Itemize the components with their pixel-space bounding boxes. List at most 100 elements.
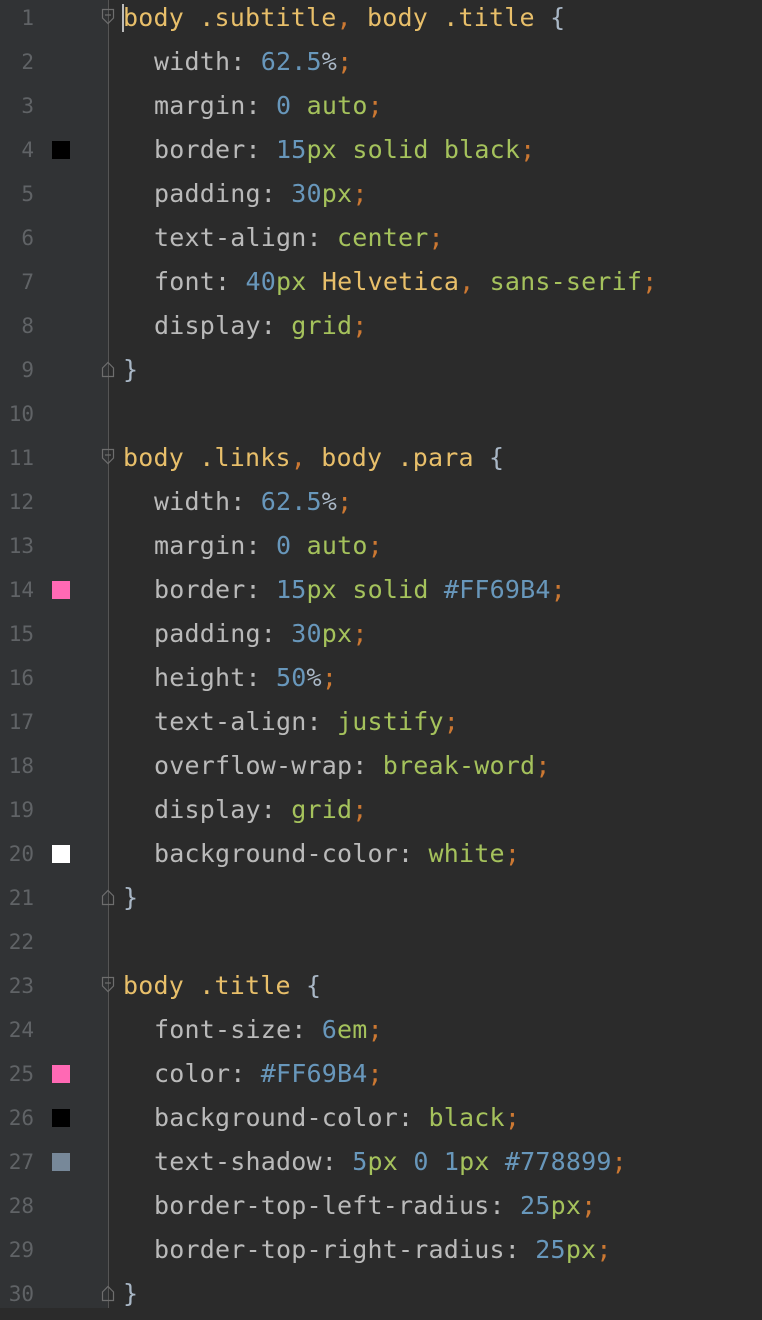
code-line-17[interactable]: 17 text-align: justify; [0,704,762,748]
fold-close-icon[interactable] [101,360,115,378]
number: 62.5 [260,487,322,516]
property: text-align [154,707,307,736]
keyword: auto [306,91,368,120]
number: 25 [535,1235,566,1264]
code-line-9[interactable]: 9 } [0,352,762,396]
semicolon: ; [352,795,368,824]
code-line-19[interactable]: 19 display: grid; [0,792,762,836]
code-line-20[interactable]: 20 background-color: white; [0,836,762,880]
fold-open-icon[interactable] [101,448,115,466]
code-line-10[interactable]: 10 [0,396,762,440]
code-line-11[interactable]: 11 body .links, body .para { [0,440,762,484]
line-number: 6 [21,226,34,250]
code-line-6[interactable]: 6 text-align: center; [0,220,762,264]
color-swatch-pink[interactable] [52,1065,70,1083]
font-family-name: Helvetica [306,267,460,296]
code-line-13[interactable]: 13 margin: 0 auto; [0,528,762,572]
code-line-21[interactable]: 21 } [0,880,762,924]
selector: body .para [306,443,490,472]
semicolon: ; [535,751,551,780]
code-line-25[interactable]: 25 color: #FF69B4; [0,1056,762,1100]
code-line-30[interactable]: 30 } [0,1276,762,1320]
code-line-29[interactable]: 29 border-top-right-radius: 25px; [0,1232,762,1276]
code-text: width: 62.5%; [123,484,352,528]
percent: % [321,487,338,516]
semicolon: ; [611,1147,627,1176]
code-line-4[interactable]: 4 border: 15px solid black; [0,132,762,176]
selector: body .title [351,3,551,32]
code-line-7[interactable]: 7 font: 40px Helvetica, sans-serif; [0,264,762,308]
code-line-16[interactable]: 16 height: 50%; [0,660,762,704]
fold-open-icon[interactable] [101,8,115,26]
colon: : [260,179,292,208]
code-line-8[interactable]: 8 display: grid; [0,308,762,352]
code-line-28[interactable]: 28 border-top-left-radius: 25px; [0,1188,762,1232]
code-line-27[interactable]: 27 text-shadow: 5px 0 1px #778899; [0,1144,762,1188]
color-swatch-pink[interactable] [52,581,70,599]
line-number: 10 [8,402,34,426]
code-line-18[interactable]: 18 overflow-wrap: break-word; [0,748,762,792]
semicolon: ; [337,487,353,516]
color-swatch-slate-gray[interactable] [52,1153,70,1171]
open-brace: { [489,443,505,472]
property: margin [154,531,246,560]
keyword: solid [337,575,444,604]
code-line-24[interactable]: 24 font-size: 6em; [0,1012,762,1056]
color-swatch-black[interactable] [52,141,70,159]
code-line-22[interactable]: 22 [0,924,762,968]
hex-color: #FF69B4 [443,575,551,604]
code-text: display: grid; [123,792,368,836]
code-line-26[interactable]: 26 background-color: black; [0,1100,762,1144]
line-number: 12 [8,490,34,514]
fold-open-icon[interactable] [101,976,115,994]
semicolon: ; [596,1235,612,1264]
color-swatch-black[interactable] [52,1109,70,1127]
semicolon: ; [550,575,566,604]
line-number: 4 [21,138,34,162]
property: font [154,267,216,296]
line-number: 14 [8,578,34,602]
code-line-2[interactable]: 2 width: 62.5%; [0,44,762,88]
line-number: 19 [8,798,34,822]
line-number: 15 [8,622,34,646]
line-number: 29 [8,1238,34,1262]
line-number: 28 [8,1194,34,1218]
colon: : [260,795,292,824]
unit: em [337,1015,368,1044]
number: 15 [276,575,307,604]
semicolon: ; [504,839,521,868]
code-editor[interactable]: 1 body .subtitle, body .title { 2 width:… [0,0,762,1308]
keyword: justify [337,707,444,736]
code-line-14[interactable]: 14 border: 15px solid #FF69B4; [0,572,762,616]
code-line-15[interactable]: 15 padding: 30px; [0,616,762,660]
colon: : [245,575,277,604]
line-number: 9 [21,358,34,382]
number: 30 [291,619,322,648]
line-number: 11 [8,446,34,470]
colon: : [245,135,277,164]
keyword: auto [306,531,368,560]
fold-close-icon[interactable] [101,1284,115,1302]
code-line-12[interactable]: 12 width: 62.5%; [0,484,762,528]
line-number: 26 [8,1106,34,1130]
code-line-5[interactable]: 5 padding: 30px; [0,176,762,220]
colon: : [306,707,338,736]
code-line-23[interactable]: 23 body .title { [0,968,762,1012]
code-text: border: 15px solid black; [123,132,535,176]
property: background-color [154,839,399,868]
property: border-top-right-radius [154,1235,505,1264]
property: padding [154,179,261,208]
line-number: 1 [21,6,34,30]
unit: px [565,1235,597,1264]
open-brace: { [306,971,322,1000]
property: border [154,135,246,164]
color-swatch-white[interactable] [52,845,70,863]
code-line-3[interactable]: 3 margin: 0 auto; [0,88,762,132]
selector: body .subtitle [123,3,337,32]
number: 1 [428,1147,460,1176]
code-text: padding: 30px; [123,176,368,220]
fold-close-icon[interactable] [101,888,115,906]
close-brace: } [123,355,139,384]
code-line-1[interactable]: 1 body .subtitle, body .title { [0,0,762,44]
